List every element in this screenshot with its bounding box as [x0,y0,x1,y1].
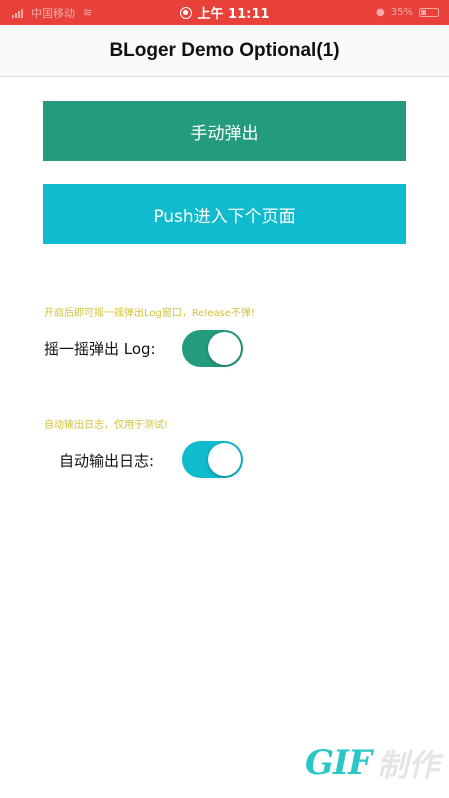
manual-popup-button[interactable]: 手动弹出 [43,101,406,161]
shake-hint-text: 开启后即可摇一摇弹出Log窗口，Release不弹! [44,308,255,319]
auto-log-toggle-label: 自动输出日志: [59,452,155,470]
watermark-logo: GIF [305,742,372,783]
watermark-text: 制作 [377,748,440,784]
auto-log-hint-text: 自动输出日志，仅用于测试! [44,420,169,431]
page-title: BLoger Demo Optional(1) [109,39,340,61]
toggle-knob [208,332,241,365]
push-next-page-button[interactable]: Push进入下个页面 [43,184,406,244]
auto-log-toggle-switch[interactable] [182,441,243,478]
gif-watermark: GIF 制作 [305,740,439,785]
shake-toggle-label: 摇一摇弹出 Log: [44,340,156,358]
screen-record-icon [179,6,192,19]
status-time: 上午 11:11 [197,7,270,22]
battery-icon [419,8,439,17]
navigation-bar: BLoger Demo Optional(1) [0,25,449,77]
status-right: ● 35% [376,0,439,25]
battery-percent: 35% [390,7,413,18]
alarm-icon: ● [376,7,385,18]
shake-toggle-switch[interactable] [182,330,243,367]
status-bar: 中国移动 ≋ 上午 11:11 ● 35% [0,0,449,25]
toggle-knob [208,443,241,476]
